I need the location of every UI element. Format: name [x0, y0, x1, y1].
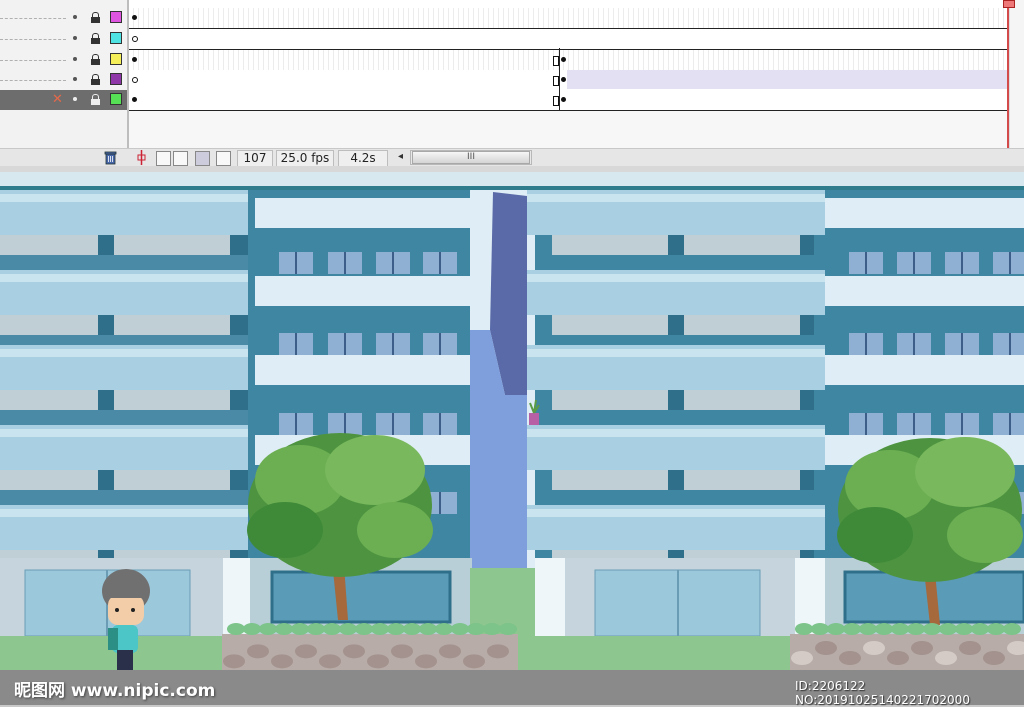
- center-frame-icon[interactable]: [135, 150, 148, 165]
- layer-name-placeholder: [0, 39, 66, 40]
- visibility-dot-icon[interactable]: [73, 36, 77, 40]
- timeline-panel: ✕: [0, 0, 1024, 172]
- visibility-dot-icon[interactable]: [73, 57, 77, 61]
- scroll-left-icon[interactable]: ◂: [398, 151, 403, 162]
- edit-multiple-frames-icon[interactable]: [195, 151, 210, 166]
- keyframe[interactable]: [132, 36, 138, 42]
- lock-icon[interactable]: [91, 54, 100, 65]
- visibility-dot-icon[interactable]: [73, 97, 77, 101]
- lock-icon[interactable]: [91, 74, 100, 85]
- right-planter: [790, 634, 1024, 670]
- lock-icon[interactable]: [91, 94, 100, 105]
- tween-span[interactable]: [567, 70, 1009, 89]
- scene-illustration: [0, 172, 1024, 705]
- layer-row[interactable]: [0, 70, 127, 90]
- visibility-dot-icon[interactable]: [73, 77, 77, 81]
- playhead[interactable]: [1007, 0, 1009, 148]
- onion-skin-icon[interactable]: [156, 151, 171, 166]
- frame-row[interactable]: [129, 90, 1009, 111]
- modify-onion-markers-icon[interactable]: [216, 151, 231, 166]
- layer-row[interactable]: [0, 8, 127, 28]
- frame-row[interactable]: [129, 29, 1009, 50]
- playhead-handle[interactable]: [1003, 0, 1015, 8]
- keyframe[interactable]: [561, 77, 566, 82]
- frame-grid-end: [1009, 0, 1024, 148]
- frame-row[interactable]: [129, 8, 1009, 29]
- layer-color-swatch[interactable]: [110, 73, 122, 85]
- layer-row[interactable]: [0, 50, 127, 70]
- stage-canvas[interactable]: [0, 172, 1024, 705]
- scrollbar-thumb[interactable]: III: [412, 151, 530, 164]
- layer-name-placeholder: [0, 18, 66, 19]
- frame-grid[interactable]: [129, 0, 1024, 148]
- layer-color-swatch[interactable]: [110, 53, 122, 65]
- layer-row[interactable]: ✕: [0, 90, 127, 110]
- layer-name-placeholder: [0, 80, 66, 81]
- keyframe[interactable]: [561, 57, 566, 62]
- layer-row[interactable]: [0, 29, 127, 49]
- image-id-text: ID:2206122 NO:20191025140221702000: [795, 679, 970, 707]
- left-planter: [222, 634, 518, 670]
- frame-row[interactable]: [129, 50, 1009, 71]
- layer-color-swatch[interactable]: [110, 11, 122, 23]
- current-frame[interactable]: 107: [237, 150, 273, 167]
- frame-row[interactable]: [129, 70, 1009, 91]
- trash-icon[interactable]: [103, 150, 118, 165]
- keyframe[interactable]: [132, 15, 137, 20]
- frame-rate[interactable]: 25.0 fps: [276, 150, 334, 167]
- layer-name-placeholder: [0, 60, 66, 61]
- layer-color-swatch[interactable]: [110, 93, 122, 105]
- frame-marker-line: [559, 48, 560, 110]
- layer-color-swatch[interactable]: [110, 32, 122, 44]
- keyframe[interactable]: [561, 97, 566, 102]
- lock-icon[interactable]: [91, 12, 100, 23]
- onion-skin-outlines-icon[interactable]: [173, 151, 188, 166]
- pencil-cross-icon[interactable]: ✕: [52, 92, 63, 107]
- elapsed-time: 4.2s: [338, 150, 388, 167]
- empty-frame-area: [129, 111, 1009, 148]
- keyframe[interactable]: [132, 77, 138, 83]
- lock-icon[interactable]: [91, 33, 100, 44]
- keyframe[interactable]: [132, 97, 137, 102]
- visibility-dot-icon[interactable]: [73, 15, 77, 19]
- keyframe[interactable]: [132, 57, 137, 62]
- site-watermark: 昵图网 www.nipic.com: [14, 681, 216, 701]
- layer-list: ✕: [0, 0, 127, 148]
